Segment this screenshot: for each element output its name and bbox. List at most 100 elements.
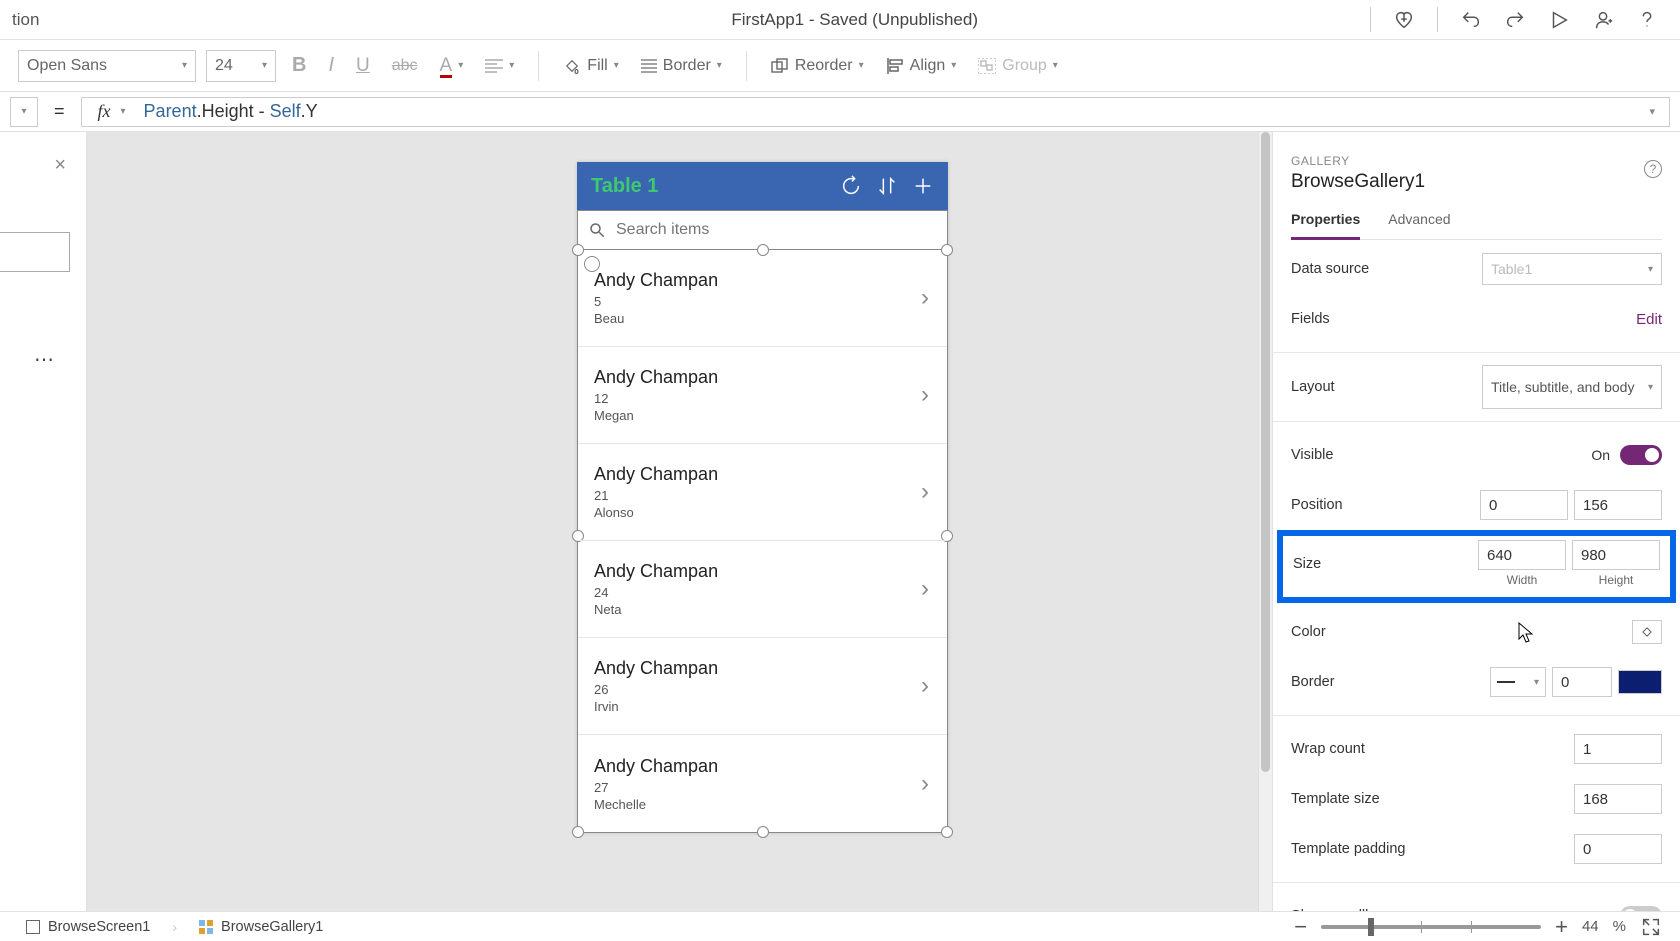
item-title: Andy Champan [594,658,931,679]
formula-text: Parent.Height - Self.Y [144,101,1636,122]
template-handle-icon[interactable] [584,256,600,272]
font-size-select[interactable]: 24 ▾ [206,50,276,82]
item-body: Irvin [594,699,931,714]
scrollbar-toggle[interactable] [1620,906,1662,911]
prop-data-source: Data source Table1 ▾ [1291,248,1662,290]
gallery-container[interactable]: Andy Champan 5 Beau › Andy Champan 12 Me… [577,250,948,833]
data-source-select[interactable]: Table1 ▾ [1482,253,1662,285]
chevron-right-icon[interactable]: › [921,575,929,603]
search-box[interactable] [0,232,70,272]
chevron-right-icon[interactable]: › [921,284,929,312]
ribbon-separator [746,51,747,81]
border-color-swatch[interactable] [1618,670,1662,694]
more-icon[interactable]: ⋯ [34,347,56,372]
layout-select[interactable]: Title, subtitle, and body ▾ [1482,365,1662,409]
italic-button[interactable]: I [322,50,340,82]
fill-button[interactable]: Fill ▾ [557,50,624,82]
preview-title: Table 1 [591,175,826,198]
list-item[interactable]: Andy Champan 27 Mechelle › [578,735,947,832]
play-icon[interactable] [1548,9,1570,31]
bold-button[interactable]: B [286,50,312,82]
strikethrough-button[interactable]: abc [386,50,424,82]
zoom-controls: − + 44 % [1294,914,1662,940]
chevron-down-icon: ▾ [859,60,864,71]
scrollbar-thumb[interactable] [1261,132,1270,772]
breadcrumb-screen[interactable]: BrowseScreen1 [18,917,158,937]
tab-properties[interactable]: Properties [1291,211,1360,240]
width-input[interactable] [1478,540,1566,570]
item-title: Andy Champan [594,561,931,582]
wrap-count-input[interactable] [1574,734,1662,764]
edit-fields-link[interactable]: Edit [1636,311,1662,328]
preview-header: Table 1 [577,162,948,210]
border-width-input[interactable] [1552,667,1612,697]
main-area: × ⋯ Table 1 [0,132,1680,911]
tab-advanced[interactable]: Advanced [1388,211,1450,239]
border-button[interactable]: Border ▾ [635,50,728,82]
visible-toggle[interactable] [1620,445,1662,465]
search-input[interactable] [616,221,937,239]
redo-icon[interactable] [1504,9,1526,31]
share-icon[interactable] [1592,9,1614,31]
list-item[interactable]: Andy Champan 21 Alonso › [578,444,947,541]
property-dropdown[interactable]: ▾ [10,97,38,127]
list-item[interactable]: Andy Champan 24 Neta › [578,541,947,638]
item-subtitle: 5 [594,294,931,309]
zoom-slider-thumb[interactable] [1368,918,1374,936]
panel-title: BrowseGallery1 [1291,171,1662,193]
template-padding-input[interactable] [1574,834,1662,864]
size-highlight: Size Width Height [1277,530,1676,603]
list-item[interactable]: Andy Champan 12 Megan › [578,347,947,444]
text-align-button[interactable]: ▾ [479,50,520,82]
item-title: Andy Champan [594,464,931,485]
border-style-select[interactable]: ▾ [1490,667,1546,697]
add-icon[interactable] [912,175,934,197]
underline-button[interactable]: U [350,50,376,82]
zoom-in-button[interactable]: + [1555,914,1568,940]
formula-expand-icon[interactable]: ▾ [1635,105,1669,118]
reorder-label: Reorder [795,57,853,75]
list-item[interactable]: Andy Champan 5 Beau › [578,250,947,347]
canvas[interactable]: Table 1 Andy Champan [87,132,1272,911]
position-y-input[interactable] [1574,490,1662,520]
close-icon[interactable]: × [54,154,66,177]
align-button[interactable]: Align ▾ [880,50,963,82]
font-color-button[interactable]: A ▾ [434,50,470,82]
refresh-icon[interactable] [840,175,862,197]
reorder-button[interactable]: Reorder ▾ [765,50,870,82]
template-size-input[interactable] [1574,784,1662,814]
vertical-scrollbar[interactable] [1258,132,1272,911]
chevron-down-icon[interactable]: ▾ [121,106,144,117]
formula-input[interactable]: fx ▾ Parent.Height - Self.Y ▾ [81,97,1670,127]
list-item[interactable]: Andy Champan 26 Irvin › [578,638,947,735]
zoom-slider[interactable] [1321,925,1541,929]
undo-icon[interactable] [1460,9,1482,31]
chevron-right-icon[interactable]: › [921,672,929,700]
chevron-right-icon[interactable]: › [921,770,929,798]
zoom-out-button[interactable]: − [1294,914,1307,940]
group-button[interactable]: Group ▾ [972,50,1064,82]
chevron-down-icon: ▾ [458,60,463,71]
font-select[interactable]: Open Sans ▾ [18,50,196,82]
chevron-down-icon: ▾ [1534,677,1539,688]
chevron-right-icon[interactable]: › [921,381,929,409]
sort-icon[interactable] [876,175,898,197]
border-label: Border [663,57,711,75]
help-icon[interactable] [1636,9,1658,31]
chevron-right-icon[interactable]: › [921,478,929,506]
fit-to-screen-icon[interactable] [1640,916,1662,938]
app-title: FirstApp1 - Saved (Unpublished) [39,10,1370,30]
health-check-icon[interactable] [1393,9,1415,31]
breadcrumb-gallery[interactable]: BrowseGallery1 [191,917,331,937]
prop-label: Size [1293,556,1478,572]
prop-label: Layout [1291,379,1482,395]
equals-sign: = [38,101,81,122]
height-input[interactable] [1572,540,1660,570]
prop-wrap-count: Wrap count [1291,728,1662,770]
screen-icon [26,920,40,934]
color-swatch[interactable] [1632,620,1662,644]
item-body: Mechelle [594,797,931,812]
panel-help-icon[interactable]: ? [1644,160,1662,178]
divider [1273,352,1680,353]
position-x-input[interactable] [1480,490,1568,520]
